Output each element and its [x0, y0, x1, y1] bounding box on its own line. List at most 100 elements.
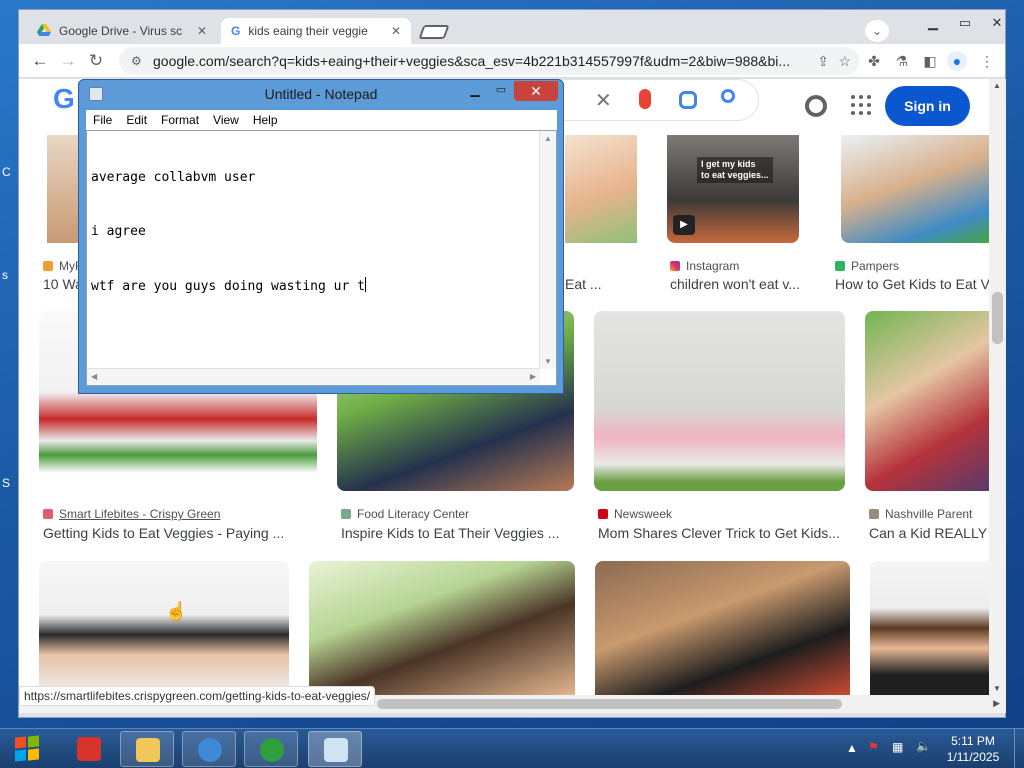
taskbar-notepad[interactable] — [308, 731, 362, 767]
notepad-window[interactable]: Untitled - Notepad ▁ ▭ ✕ File Edit Forma… — [78, 79, 564, 394]
search-icon[interactable] — [721, 89, 735, 103]
result-title[interactable]: Getting Kids to Eat Veggies - Paying ... — [43, 525, 313, 541]
windows-logo-icon — [15, 736, 26, 749]
taskbar-browser-app[interactable] — [182, 731, 236, 767]
scroll-down-arrow-icon[interactable]: ▼ — [544, 357, 552, 366]
notepad-close-button[interactable]: ✕ — [514, 81, 558, 101]
result-image[interactable] — [565, 135, 637, 243]
scroll-left-arrow-icon[interactable]: ◀ — [91, 372, 97, 381]
notepad-text-area[interactable]: average collabvm user i agree wtf are yo… — [86, 130, 557, 386]
favicon-icon — [43, 509, 53, 519]
clear-search-icon[interactable]: ✕ — [595, 88, 612, 113]
menu-help[interactable]: Help — [246, 113, 285, 127]
video-play-icon: ▶ — [673, 215, 695, 235]
menu-edit[interactable]: Edit — [119, 113, 154, 127]
notepad-maximize-button[interactable]: ▭ — [489, 83, 513, 101]
address-bar[interactable]: ⚙ google.com/search?q=kids+eaing+their+v… — [119, 47, 859, 75]
notepad-horizontal-scrollbar[interactable]: ◀ ▶ — [87, 368, 540, 385]
close-tab-icon[interactable]: ✕ — [391, 24, 401, 38]
tab-search-chevron-icon[interactable]: ⌄ — [865, 20, 889, 42]
result-title[interactable]: Eat ... — [565, 276, 625, 292]
notepad-icon[interactable] — [89, 87, 103, 101]
result-source: Instagram — [670, 259, 820, 273]
share-icon[interactable]: ⇪ — [817, 47, 829, 75]
scroll-up-arrow-icon[interactable]: ▲ — [544, 134, 552, 143]
sign-in-button[interactable]: Sign in — [885, 86, 970, 126]
kebab-menu-icon[interactable]: ⋮ — [977, 51, 997, 71]
settings-gear-icon[interactable] — [805, 95, 827, 117]
close-tab-icon[interactable]: ✕ — [197, 24, 207, 38]
taskbar-app-red[interactable] — [62, 731, 116, 767]
menu-file[interactable]: File — [86, 113, 119, 127]
result-image[interactable] — [39, 561, 289, 695]
result-image[interactable] — [309, 561, 575, 695]
result-title[interactable]: Mom Shares Clever Trick to Get Kids... — [598, 525, 843, 541]
desktop-icon-fragment: C — [2, 165, 11, 179]
result-image[interactable] — [841, 135, 989, 243]
result-source: Pampers — [835, 259, 985, 273]
profile-avatar-icon[interactable]: ● — [947, 51, 967, 71]
menu-format[interactable]: Format — [154, 113, 206, 127]
browser-toolbar: ← → ↻ ⚙ google.com/search?q=kids+eaing+t… — [19, 44, 1005, 78]
scroll-thumb[interactable] — [992, 292, 1003, 344]
tab-title: kids eaing their veggie — [248, 24, 368, 38]
taskbar-download-app[interactable] — [244, 731, 298, 767]
tab-google-search[interactable]: G kids eaing their veggie ✕ — [221, 18, 411, 44]
labs-flask-icon[interactable]: ⚗ — [892, 51, 912, 71]
voice-search-icon[interactable] — [639, 89, 651, 109]
result-title[interactable]: 10 Wa — [43, 276, 83, 292]
scroll-down-arrow-icon[interactable]: ▼ — [993, 684, 1001, 693]
newsweek-icon — [598, 509, 608, 519]
instagram-icon — [670, 261, 680, 271]
scroll-right-arrow-icon[interactable]: ▶ — [993, 698, 1000, 709]
vertical-scrollbar[interactable]: ▲ ▼ — [989, 79, 1006, 695]
clock[interactable]: 5:11 PM 1/11/2025 — [938, 733, 1008, 765]
tab-google-drive[interactable]: Google Drive - Virus sc ✕ — [27, 18, 217, 44]
new-tab-button[interactable] — [418, 25, 450, 39]
back-arrow-icon[interactable]: ← — [29, 50, 51, 72]
result-image[interactable] — [870, 561, 989, 695]
maximize-button[interactable]: ▭ — [948, 13, 982, 33]
notepad-minimize-button[interactable]: ▁ — [463, 83, 487, 101]
minimize-button[interactable]: ▁ — [916, 13, 950, 33]
side-panel-icon[interactable]: ◧ — [920, 51, 940, 71]
show-hidden-icons-icon[interactable]: ▲ — [846, 741, 858, 755]
network-icon[interactable]: ▦ — [892, 740, 903, 754]
result-title[interactable]: Inspire Kids to Eat Their Veggies ... — [341, 525, 571, 541]
result-image[interactable] — [595, 561, 850, 695]
notepad-text: average collabvm user i agree wtf are yo… — [91, 133, 366, 332]
clock-date: 1/11/2025 — [946, 750, 1000, 764]
forward-arrow-icon[interactable]: → — [57, 50, 79, 72]
result-title[interactable]: children won't eat v... — [670, 276, 820, 292]
notepad-icon — [324, 738, 348, 762]
action-center-flag-icon[interactable]: ⚑ — [868, 740, 879, 754]
site-info-icon[interactable]: ⚙ — [131, 47, 142, 75]
result-image[interactable] — [594, 311, 845, 491]
volume-icon[interactable]: 🔈 — [916, 739, 931, 753]
scroll-up-arrow-icon[interactable]: ▲ — [993, 81, 1001, 90]
start-button[interactable] — [4, 731, 50, 767]
taskbar-explorer[interactable] — [120, 731, 174, 767]
reload-icon[interactable]: ↻ — [85, 50, 107, 72]
result-source: Nashville Parent — [869, 507, 989, 521]
scroll-thumb[interactable] — [377, 699, 842, 709]
result-image[interactable] — [865, 311, 989, 491]
result-source: Smart Lifebites - Crispy Green — [43, 507, 303, 521]
show-desktop-button[interactable] — [1014, 729, 1024, 768]
google-apps-icon[interactable] — [851, 95, 871, 115]
text-line: average collabvm user — [91, 170, 256, 185]
menu-view[interactable]: View — [206, 113, 246, 127]
favicon-icon — [869, 509, 879, 519]
favicon-icon — [43, 261, 53, 271]
close-window-button[interactable]: ✕ — [980, 13, 1014, 33]
google-logo[interactable]: G — [53, 83, 75, 115]
result-title[interactable]: Can a Kid REALLY L — [869, 525, 989, 541]
scroll-right-arrow-icon[interactable]: ▶ — [530, 372, 536, 381]
result-image[interactable]: I get my kids to eat veggies... ▶ — [667, 135, 799, 243]
extensions-puzzle-icon[interactable]: ✤ — [864, 51, 884, 71]
link-status-bubble: https://smartlifebites.crispygreen.com/g… — [19, 686, 376, 706]
result-title[interactable]: How to Get Kids to Eat V — [835, 276, 989, 292]
notepad-vertical-scrollbar[interactable]: ▲ ▼ — [539, 131, 556, 369]
google-lens-icon[interactable] — [679, 91, 697, 109]
bookmark-star-icon[interactable]: ☆ — [838, 47, 851, 75]
